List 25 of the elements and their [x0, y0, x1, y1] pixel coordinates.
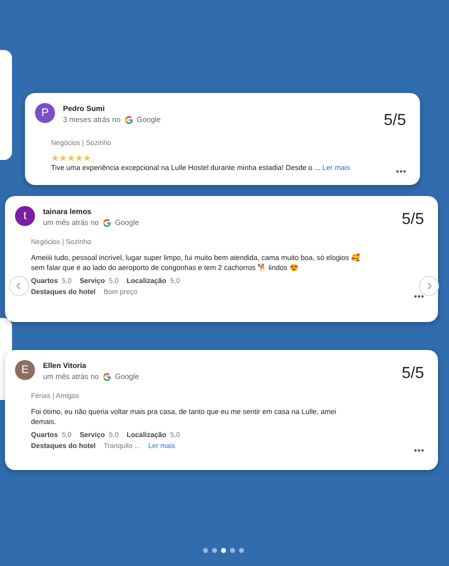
google-icon	[102, 372, 111, 381]
review-score: 5/5	[384, 111, 406, 131]
avatar: E	[15, 360, 35, 380]
star-icon: ★	[75, 154, 83, 162]
carousel-dot[interactable]	[203, 548, 208, 553]
carousel-dot[interactable]	[239, 548, 244, 553]
avatar: t	[15, 206, 35, 226]
review-score: 5/5	[402, 210, 424, 230]
google-icon	[124, 116, 133, 124]
avatar: P	[35, 103, 55, 123]
more-options-icon[interactable]	[414, 449, 424, 452]
carousel-dot[interactable]	[230, 548, 235, 553]
review-score: 5/5	[402, 364, 424, 384]
star-icon: ★	[67, 154, 75, 162]
star-icon: ★	[51, 154, 59, 162]
star-icon: ★	[83, 154, 91, 162]
carousel-dot[interactable]	[212, 548, 217, 553]
more-options-icon[interactable]	[396, 170, 406, 173]
star-icon: ★	[59, 154, 67, 162]
chevron-left-icon	[15, 282, 23, 290]
google-icon	[102, 218, 111, 227]
more-options-icon[interactable]	[414, 295, 424, 298]
carousel-dot[interactable]	[221, 548, 226, 553]
carousel-arrow-button[interactable]	[419, 276, 439, 296]
chevron-right-icon	[425, 282, 433, 290]
